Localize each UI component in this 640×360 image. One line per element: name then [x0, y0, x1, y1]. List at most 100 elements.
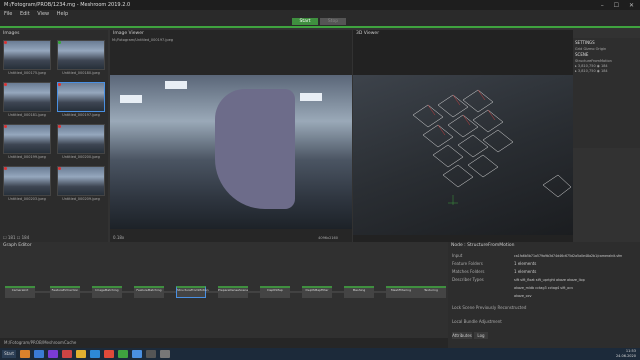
attr-key: Describer Types	[452, 277, 484, 282]
attr-describer-types-cont[interactable]: akaze_mldb cctag3 cctag4 sift_ocv	[452, 284, 638, 292]
thumbnail-caption: Untitled_000199.jpeg	[8, 155, 46, 159]
attr-value[interactable]: akaze_mldb cctag3 cctag4 sift_ocv	[514, 284, 573, 292]
image-thumbnail[interactable]: Untitled_000209.jpeg	[57, 166, 105, 206]
attr-key: Matches Folders	[452, 269, 485, 274]
image-thumbnail[interactable]: Untitled_000175.jpeg	[3, 40, 51, 80]
node-label: CameraInit	[11, 288, 29, 292]
3d-scene[interactable]	[353, 75, 573, 235]
attr-value[interactable]: sift sift_float sift_upright akaze akaze…	[514, 276, 585, 284]
node-label: FeatureExtraction	[51, 288, 79, 292]
settings-title: SETTINGS	[575, 40, 595, 45]
menu-edit[interactable]: Edit	[20, 11, 30, 17]
viewer-3d: 3D Viewer	[353, 30, 573, 242]
start-button-taskbar[interactable]: Start	[2, 350, 16, 358]
status-dot	[58, 167, 61, 170]
graph-node-depthmapfilter[interactable]: DepthMapFilter	[302, 286, 332, 298]
image-viewer-title: Image Viewer	[113, 31, 144, 36]
car-door	[215, 89, 295, 209]
attr-key: Local Bundle Adjustment	[452, 319, 502, 324]
thumbnail-image	[57, 166, 105, 196]
menu-view[interactable]: View	[37, 11, 49, 17]
thumbnail-image	[57, 82, 105, 112]
menu-help[interactable]: Help	[57, 11, 68, 17]
attr-value[interactable]: 1 elements	[514, 268, 536, 276]
graph-node-meshing[interactable]: Meshing	[344, 286, 374, 298]
attr-feature-folders[interactable]: Feature Folders 1 elements	[452, 260, 638, 268]
graph-edges	[35, 291, 428, 293]
attr-lock-scene[interactable]: Lock Scene Previously Reconstructed	[452, 304, 638, 312]
image-path: M:/Fotogram/Untitled_000197.jpeg	[112, 38, 173, 42]
menu-file[interactable]: File	[4, 11, 12, 17]
status-dot	[58, 125, 61, 128]
title-bar: M:/Fotogram/PROB/1234.mg - Meshroom 2019…	[0, 0, 640, 10]
graph-node-structurefrommotion[interactable]: StructureFromMotion	[176, 286, 209, 298]
status-dot	[58, 41, 61, 44]
ceiling-light	[300, 93, 322, 101]
app-icon[interactable]	[118, 350, 128, 358]
app-icon[interactable]	[90, 350, 100, 358]
attr-value[interactable]: 1 elements	[514, 260, 536, 268]
image-thumbnail[interactable]: Untitled_000180.jpeg	[57, 40, 105, 80]
scene-title: SCENE	[575, 52, 589, 57]
meshroom-window: M:/Fotogram/PROB/1234.mg - Meshroom 2019…	[0, 0, 640, 348]
graph-node-depthmap[interactable]: DepthMap	[260, 286, 290, 298]
graph-node-camerainit[interactable]: CameraInit	[5, 286, 35, 298]
app-icon[interactable]	[48, 350, 58, 358]
chrome-icon[interactable]	[104, 350, 114, 358]
graph-node-imagematching[interactable]: ImageMatching	[92, 286, 122, 298]
node-label: DepthMapFilter	[305, 288, 329, 292]
image-thumbnail[interactable]: Untitled_000200.jpeg	[57, 124, 105, 164]
image-resolution: 4096x2160	[318, 236, 338, 240]
app-icon[interactable]	[132, 350, 142, 358]
start-button[interactable]: Start	[292, 18, 318, 25]
status-dot	[4, 83, 7, 86]
thumbnail-image	[57, 40, 105, 70]
app-icon[interactable]	[160, 350, 170, 358]
node-label: Meshing	[352, 288, 366, 292]
thumbnail-image	[3, 40, 51, 70]
cache-path: M:/Fotogram/PROB/MeshroomCache	[4, 340, 77, 345]
status-bar: M:/Fotogram/PROB/MeshroomCache	[0, 338, 448, 348]
viewer-3d-title: 3D Viewer	[356, 31, 380, 36]
zoom-level: 0.18x	[113, 235, 125, 240]
image-thumbnail[interactable]: Untitled_000199.jpeg	[3, 124, 51, 164]
graph-node-featureextraction[interactable]: FeatureExtraction	[50, 286, 80, 298]
app-icon[interactable]	[34, 350, 44, 358]
attr-local-bundle[interactable]: Local Bundle Adjustment	[452, 318, 638, 326]
image-thumbnail[interactable]: Untitled_000203.jpeg	[3, 166, 51, 206]
attr-describer-types-cont[interactable]: akaze_ocv	[452, 292, 638, 300]
image-thumbnail-selected[interactable]: Untitled_000197.jpeg	[57, 82, 105, 122]
thumbnail-caption: Untitled_000181.jpeg	[8, 113, 46, 117]
images-count: ☐ 181 ☐ 184	[3, 235, 30, 240]
attr-value[interactable]: ca1fa6b5b71a579a9b3d74d46c675d2a5a0e48a2…	[514, 252, 622, 260]
tab-attributes[interactable]: Attributes	[452, 332, 472, 339]
image-thumbnail[interactable]: Untitled_000181.jpeg	[3, 82, 51, 122]
node-label: FeatureMatching	[136, 288, 162, 292]
viewer-photo[interactable]	[110, 75, 352, 229]
node-label: Texturing	[424, 288, 438, 292]
thumbnail-image	[3, 82, 51, 112]
node-label: StructureFromMotion	[177, 288, 209, 292]
graph-node-preparedensescene[interactable]: PrepareDenseScene	[218, 286, 248, 298]
graph-node-texturing[interactable]: Texturing	[416, 286, 446, 298]
attr-input[interactable]: Input ca1fa6b5b71a579a9b3d74d46c675d2a5a0…	[452, 252, 638, 260]
graph-node-meshfiltering[interactable]: MeshFiltering	[386, 286, 416, 298]
window-title: M:/Fotogram/PROB/1234.mg - Meshroom 2019…	[4, 2, 131, 8]
attr-matches-folders[interactable]: Matches Folders 1 elements	[452, 268, 638, 276]
image-viewer: Image Viewer M:/Fotogram/Untitled_000197…	[110, 30, 352, 242]
menu-bar: File Edit View Help	[0, 10, 640, 18]
attr-describer-types[interactable]: Describer Types sift sift_float sift_upri…	[452, 276, 638, 284]
tab-log[interactable]: Log	[474, 332, 488, 339]
app-icon[interactable]	[76, 350, 86, 358]
scene-node[interactable]: StructureFromMotion	[575, 59, 638, 63]
stop-button[interactable]: Stop	[320, 18, 346, 25]
meshroom-icon[interactable]	[146, 350, 156, 358]
node-label: DepthMap	[267, 288, 283, 292]
clock-date: 24.06.2020	[615, 354, 636, 358]
app-icon[interactable]	[62, 350, 72, 358]
graph-node-featurematching[interactable]: FeatureMatching	[134, 286, 164, 298]
settings-toggles[interactable]: Grid Gizmo Origin	[575, 47, 638, 51]
attr-value[interactable]: akaze_ocv	[514, 292, 532, 300]
app-icon[interactable]	[20, 350, 30, 358]
scene-stats: ▸ 3,810,750 ◉ 184	[575, 69, 608, 73]
